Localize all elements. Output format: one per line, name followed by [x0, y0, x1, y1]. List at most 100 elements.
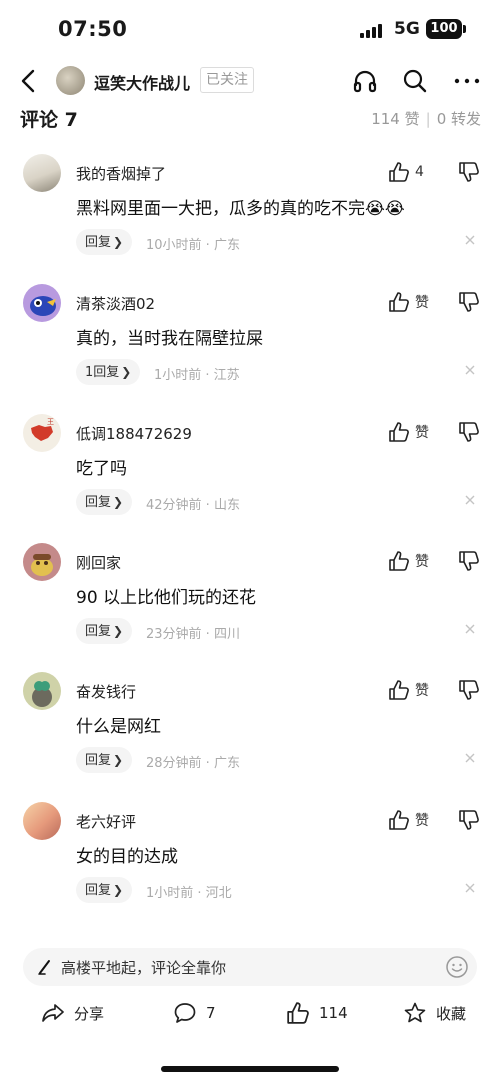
- comment-text: 什么是网红: [76, 717, 161, 737]
- reply-button[interactable]: 回复 ❯: [76, 618, 133, 644]
- network-type: 5G: [394, 19, 420, 39]
- favorite-button[interactable]: 收藏: [403, 996, 466, 1030]
- back-chevron-icon[interactable]: [18, 68, 40, 94]
- comment-author[interactable]: 低调188472629: [76, 423, 192, 444]
- comment-meta: 1小时前 · 江苏: [154, 368, 240, 383]
- like-button[interactable]: 赞: [388, 288, 429, 316]
- status-time: 07:50: [58, 17, 128, 41]
- shares-count: 0 转发: [436, 110, 481, 128]
- top-nav: 逗笑大作战儿 已关注: [0, 56, 500, 106]
- like-count: 4: [415, 164, 424, 180]
- headphones-icon[interactable]: [352, 68, 378, 94]
- comment-item: 奋发钱行 赞 什么是网红 回复 ❯ 28分钟前 · 广东: [0, 672, 500, 802]
- comment-meta: 10小时前 · 广东: [146, 238, 240, 253]
- close-icon[interactable]: [463, 751, 477, 765]
- share-button[interactable]: 分享: [41, 996, 104, 1030]
- emoji-icon[interactable]: [445, 955, 469, 979]
- close-icon[interactable]: [463, 622, 477, 636]
- comment-button[interactable]: 7: [173, 996, 216, 1030]
- thumb-up-icon: [287, 1002, 309, 1024]
- battery-icon: 100: [426, 19, 462, 39]
- like-count: 赞: [415, 683, 429, 699]
- comment-item: 老六好评 赞 女的目的达成 回复 ❯ 1小时前 · 河北: [0, 802, 500, 932]
- channel-avatar[interactable]: [56, 66, 85, 95]
- comment-item: 清茶淡酒02 赞 真的，当时我在隔壁拉屎 1回复 ❯ 1小时前 · 江苏: [0, 284, 500, 414]
- home-indicator: [161, 1066, 339, 1072]
- like-count: 114: [319, 1004, 348, 1022]
- thumb-down-icon[interactable]: [458, 161, 480, 183]
- like-count: 赞: [415, 295, 429, 311]
- thumb-up-icon: [389, 810, 409, 830]
- comment-author[interactable]: 老六好评: [76, 811, 136, 832]
- close-icon[interactable]: [463, 233, 477, 247]
- star-icon: [404, 1002, 426, 1023]
- pen-icon: [38, 960, 50, 975]
- comment-text: 黑料网里面一大把，瓜多的真的吃不完😭😭: [76, 199, 405, 219]
- reply-button[interactable]: 回复 ❯: [76, 229, 133, 255]
- input-placeholder: 高楼平地起，评论全靠你: [61, 959, 227, 977]
- close-icon[interactable]: [463, 493, 477, 507]
- reply-button[interactable]: 回复 ❯: [76, 877, 133, 903]
- comment-text: 女的目的达成: [76, 847, 178, 867]
- comment-text: 90 以上比他们玩的还花: [76, 588, 257, 608]
- thumb-down-icon[interactable]: [458, 809, 480, 831]
- close-icon[interactable]: [463, 881, 477, 895]
- comment-author[interactable]: 奋发钱行: [76, 681, 136, 702]
- thumb-up-icon: [389, 422, 409, 442]
- signal-icon: [360, 22, 386, 38]
- comments-title: 评论 7: [20, 109, 78, 131]
- comment-text: 真的，当时我在隔壁拉屎: [76, 329, 263, 349]
- thumb-down-icon[interactable]: [458, 679, 480, 701]
- like-post-button[interactable]: 114: [286, 996, 348, 1030]
- avatar[interactable]: [23, 543, 61, 581]
- reply-button[interactable]: 回复 ❯: [76, 489, 133, 515]
- avatar[interactable]: 王: [23, 414, 61, 452]
- comment-icon: [174, 1003, 196, 1023]
- thumb-up-icon: [389, 162, 409, 182]
- thumb-up-icon: [389, 551, 409, 571]
- comment-author[interactable]: 我的香烟掉了: [76, 163, 166, 184]
- comment-item: 我的香烟掉了 4 黑料网里面一大把，瓜多的真的吃不完😭😭 回复 ❯ 10小时前 ·…: [0, 154, 500, 284]
- comment-author[interactable]: 清茶淡酒02: [76, 293, 155, 314]
- thumb-up-icon: [389, 680, 409, 700]
- share-label: 分享: [74, 1004, 105, 1023]
- avatar[interactable]: [23, 802, 61, 840]
- avatar[interactable]: [23, 154, 61, 192]
- reply-button[interactable]: 回复 ❯: [76, 747, 133, 773]
- comment-text: 吃了吗: [76, 459, 127, 479]
- svg-text:王: 王: [47, 418, 54, 426]
- thumb-down-icon[interactable]: [458, 550, 480, 572]
- comment-item: 王 低调188472629 赞 吃了吗 回复 ❯ 42分钟前 · 山东: [0, 414, 500, 544]
- bottom-action-bar: 分享 7 114 收藏: [0, 996, 500, 1030]
- thumb-down-icon[interactable]: [458, 421, 480, 443]
- like-count: 赞: [415, 554, 429, 570]
- reply-button[interactable]: 1回复 ❯: [76, 359, 141, 385]
- search-icon[interactable]: [402, 68, 428, 94]
- more-icon[interactable]: [454, 68, 480, 94]
- like-button[interactable]: 赞: [388, 806, 429, 834]
- battery-tip: [463, 25, 466, 33]
- status-bar: 07:50 5G 100: [0, 0, 500, 60]
- like-count: 赞: [415, 425, 429, 441]
- avatar[interactable]: [23, 284, 61, 322]
- thumb-down-icon[interactable]: [458, 291, 480, 313]
- favorite-label: 收藏: [436, 1004, 467, 1023]
- comment-meta: 23分钟前 · 四川: [146, 627, 240, 642]
- like-button[interactable]: 赞: [388, 547, 429, 575]
- follow-button[interactable]: 已关注: [200, 67, 254, 93]
- thumb-up-icon: [389, 292, 409, 312]
- comment-meta: 28分钟前 · 广东: [146, 756, 240, 771]
- comment-input[interactable]: 高楼平地起，评论全靠你: [23, 948, 477, 986]
- close-icon[interactable]: [463, 363, 477, 377]
- comment-count: 7: [206, 1004, 216, 1022]
- like-button[interactable]: 赞: [388, 418, 429, 446]
- share-icon: [42, 1004, 64, 1022]
- like-button[interactable]: 4: [388, 158, 424, 186]
- channel-name[interactable]: 逗笑大作战儿: [94, 70, 190, 94]
- avatar[interactable]: [23, 672, 61, 710]
- likes-count: 114 赞: [371, 110, 420, 128]
- like-count: 赞: [415, 813, 429, 829]
- comments-stats: 114 赞 | 0 转发: [371, 110, 481, 128]
- comment-author[interactable]: 刚回家: [76, 552, 121, 573]
- like-button[interactable]: 赞: [388, 676, 429, 704]
